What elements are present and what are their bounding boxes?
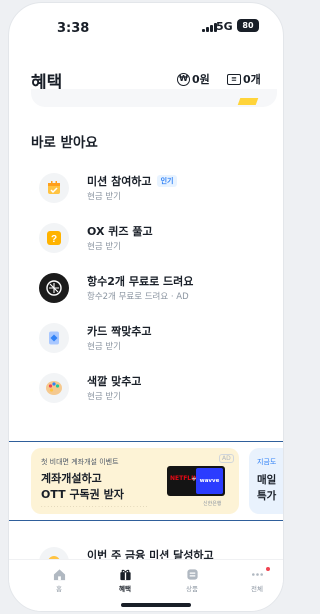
list-item-color-match[interactable]: 색깔 맞추고 현금 받기 <box>31 367 277 411</box>
promo-headline-1: 계좌개설하고 <box>41 472 102 485</box>
promo-eyebrow: 지금도 <box>257 458 277 466</box>
popular-badge: 인기 <box>156 175 178 187</box>
item-subtitle: 현금 받기 <box>87 342 121 352</box>
tab-products[interactable]: 상품 <box>172 566 212 600</box>
tab-label: 혜택 <box>119 585 131 593</box>
section-title: 바로 받아요 <box>31 135 98 151</box>
promo-card-daily-deal[interactable]: 지금도 매일 특가 <box>249 448 283 514</box>
promo-card-account[interactable]: 첫 비대면 계좌개설 이벤트 계좌개설하고 OTT 구독권 받자 · · · ·… <box>31 448 239 514</box>
status-time: 3:38 <box>57 21 90 36</box>
item-subtitle: 현금 받기 <box>87 192 121 202</box>
wavve-logo: wavve <box>196 468 223 494</box>
card-match-icon <box>39 323 69 353</box>
list-item-ox-quiz[interactable]: ? OX 퀴즈 풀고 현금 받기 <box>31 217 277 261</box>
item-title: 색깔 맞추고 <box>87 375 142 388</box>
brand-logo-icon <box>39 273 69 303</box>
item-title: 카드 짝맞추고 <box>87 325 152 338</box>
coin-icon: ₩ <box>177 72 190 86</box>
palette-icon <box>39 373 69 403</box>
network-label: 5G <box>216 20 233 33</box>
list-item-card-match[interactable]: 카드 짝맞추고 현금 받기 <box>31 317 277 361</box>
item-subtitle: 현금 받기 <box>87 242 121 252</box>
item-title: OX 퀴즈 풀고 <box>87 225 153 238</box>
tab-benefits[interactable]: 혜택 <box>105 566 145 600</box>
points-button[interactable]: ₩ 0원 <box>177 71 210 87</box>
tab-all[interactable]: 전체 <box>237 566 277 600</box>
ad-tag: AD <box>219 454 234 463</box>
item-title: 미션 참여하고 인기 <box>87 173 178 189</box>
item-subtitle: 항수2개 무료로 드려요 · AD <box>87 292 189 302</box>
item-subtitle: 현금 받기 <box>87 392 121 402</box>
home-icon <box>39 566 79 582</box>
tab-label: 전체 <box>251 585 263 593</box>
more-icon <box>237 566 277 582</box>
tickets-button[interactable]: ≡ 0개 <box>227 71 261 87</box>
tickets-value: 0개 <box>243 73 261 86</box>
promo-eyebrow: 첫 비대면 계좌개설 이벤트 <box>41 458 119 466</box>
battery-icon: 80 <box>237 19 259 32</box>
status-bar: 3:38 5G 80 <box>9 3 283 47</box>
promo-banner-carousel[interactable]: 첫 비대면 계좌개설 이벤트 계좌개설하고 OTT 구독권 받자 · · · ·… <box>9 441 283 521</box>
ticket-icon: ≡ <box>227 73 241 85</box>
tv-illustration: NETFLIX + wavve <box>167 466 225 496</box>
bank-name: 신한은행 <box>203 501 222 507</box>
product-icon <box>172 566 212 582</box>
yellow-accent-shape <box>237 98 259 105</box>
notification-dot <box>266 567 270 571</box>
signal-icon <box>202 23 217 32</box>
list-item-ad[interactable]: 항수2개 무료로 드려요 항수2개 무료로 드려요 · AD <box>31 267 277 311</box>
gift-icon <box>105 566 145 582</box>
promo-fine-print: · · · · · · · · · · · · · · · · · · · · … <box>41 504 148 510</box>
svg-text:?: ? <box>51 234 57 245</box>
calendar-icon <box>39 173 69 203</box>
item-title: 항수2개 무료로 드려요 <box>87 275 194 288</box>
tab-label: 홈 <box>56 585 62 593</box>
promo-headline-2: 특가 <box>257 490 277 502</box>
promo-headline-1: 매일 <box>257 474 277 486</box>
list-item-mission[interactable]: 미션 참여하고 인기 현금 받기 <box>31 167 277 211</box>
phone-screen: 3:38 5G 80 혜택 ₩ 0원 ≡ 0개 바로 받아요 미션 참여하고 인기… <box>8 2 284 612</box>
promo-headline-2: OTT 구독권 받자 <box>41 488 124 501</box>
tab-label: 상품 <box>186 585 198 593</box>
home-indicator <box>121 603 191 607</box>
top-card-remnant[interactable] <box>31 89 277 107</box>
tab-home[interactable]: 홈 <box>39 566 79 600</box>
quiz-icon: ? <box>39 223 69 253</box>
points-value: 0원 <box>192 73 210 86</box>
